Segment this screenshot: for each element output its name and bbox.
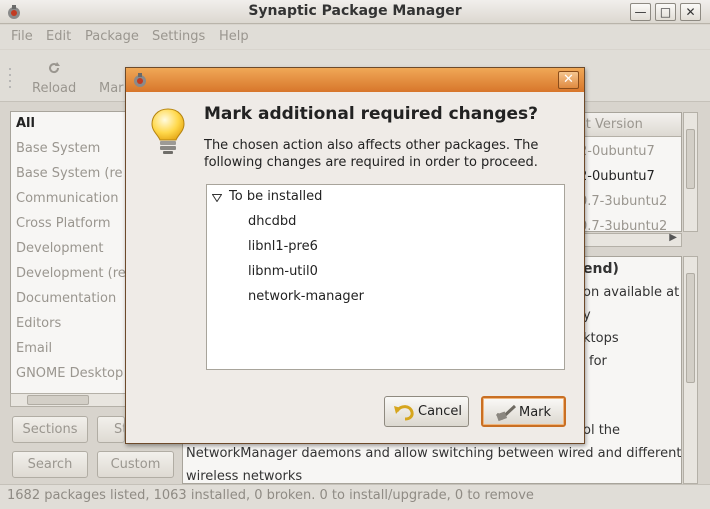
maximize-button[interactable]: □ — [655, 3, 676, 21]
mark-label: Mark — [519, 405, 552, 420]
category-item[interactable]: Base System — [16, 141, 100, 156]
minimize-button[interactable]: — — [630, 3, 651, 21]
table-row[interactable]: 2-0ubuntu7 — [579, 169, 655, 184]
sections-button[interactable]: Sections — [12, 416, 88, 443]
description-scrollbar[interactable] — [683, 256, 698, 484]
dialog-close-button[interactable]: ✕ — [558, 71, 579, 89]
category-item[interactable]: Communication — [16, 191, 118, 206]
description-line: wireless networks — [186, 469, 303, 484]
undo-arrow-icon — [394, 405, 414, 421]
toolbar-grip-icon — [9, 68, 11, 88]
list-item[interactable]: dhcdbd — [248, 214, 296, 229]
checkmark-icon — [496, 404, 517, 422]
description-line: ktops — [583, 331, 619, 346]
synaptic-icon — [134, 73, 146, 87]
status-text: 1682 packages listed, 1063 installed, 0 … — [7, 488, 534, 503]
menu-settings[interactable]: Settings — [152, 29, 205, 44]
package-list[interactable]: st Version 2-0ubuntu7 2-0ubuntu7 0.7-3ub… — [578, 112, 682, 232]
window-title: Synaptic Package Manager — [248, 3, 462, 19]
window-titlebar: Synaptic Package Manager — □ ✕ — [0, 0, 710, 24]
table-row[interactable]: 2-0ubuntu7 — [579, 144, 655, 159]
description-line: for — [589, 354, 607, 369]
description-line: on available at — [583, 285, 680, 300]
package-list-scrollbar[interactable] — [683, 112, 698, 232]
lightbulb-icon — [151, 108, 185, 154]
menu-edit[interactable]: Edit — [46, 29, 71, 44]
scroll-right-icon: ▶ — [669, 232, 677, 243]
expander-open-icon[interactable] — [212, 194, 222, 202]
cancel-label: Cancel — [418, 404, 463, 419]
mark-button[interactable]: Mark — [481, 396, 566, 427]
dialog-heading: Mark additional required changes? — [204, 104, 539, 124]
category-horizontal-scrollbar[interactable] — [10, 393, 128, 407]
changes-tree[interactable]: To be installed dhcdbd libnl1-pre6 libnm… — [206, 184, 565, 370]
menu-package[interactable]: Package — [85, 29, 139, 44]
dialog-message-line: The chosen action also affects other pac… — [204, 138, 539, 153]
category-list[interactable]: All Base System Base System (re Communic… — [10, 111, 128, 394]
description-line: ol the — [583, 423, 621, 438]
category-item[interactable]: Email — [16, 341, 52, 356]
category-item[interactable]: Development (re — [16, 266, 126, 281]
menu-file[interactable]: File — [11, 29, 33, 44]
category-item[interactable]: Base System (re — [16, 166, 123, 181]
mark-all-upgrades-button[interactable]: Mar — [99, 81, 124, 96]
menubar: File Edit Package Settings Help — [0, 25, 710, 49]
dialog-titlebar: ✕ — [126, 68, 584, 92]
mark-changes-dialog: ✕ Mark additional required changes? The … — [125, 67, 585, 444]
category-item[interactable]: GNOME Desktop — [16, 366, 123, 381]
status-button[interactable]: St — [97, 416, 125, 443]
list-item[interactable]: libnm-util0 — [248, 264, 318, 279]
tree-group-label[interactable]: To be installed — [229, 189, 322, 204]
statusbar: 1682 packages listed, 1063 installed, 0 … — [0, 484, 710, 509]
category-item[interactable]: Development — [16, 241, 104, 256]
cancel-button[interactable]: Cancel — [384, 396, 469, 427]
dialog-message-line: following changes are required in order … — [204, 155, 538, 170]
table-row[interactable]: 0.7-3ubuntu2 — [579, 194, 667, 209]
custom-filters-button[interactable]: Custom — [97, 451, 174, 478]
menu-help[interactable]: Help — [219, 29, 249, 44]
reload-icon — [49, 62, 60, 74]
category-item[interactable]: Cross Platform — [16, 216, 111, 231]
list-item[interactable]: libnl1-pre6 — [248, 239, 318, 254]
latest-version-header[interactable]: st Version — [579, 117, 643, 132]
package-list-horizontal-scrollbar[interactable]: ▶ — [578, 232, 682, 247]
table-row[interactable]: 0.7-3ubuntu2 — [579, 219, 667, 231]
reload-button[interactable]: Reload — [32, 81, 76, 96]
category-item[interactable]: Documentation — [16, 291, 116, 306]
description-title: end) — [583, 261, 619, 277]
list-item[interactable]: network-manager — [248, 289, 364, 304]
search-button[interactable]: Search — [12, 451, 88, 478]
category-item[interactable]: Editors — [16, 316, 61, 331]
category-item[interactable]: All — [16, 116, 35, 131]
description-line: NetworkManager daemons and allow switchi… — [186, 446, 682, 461]
close-button[interactable]: ✕ — [680, 3, 701, 21]
